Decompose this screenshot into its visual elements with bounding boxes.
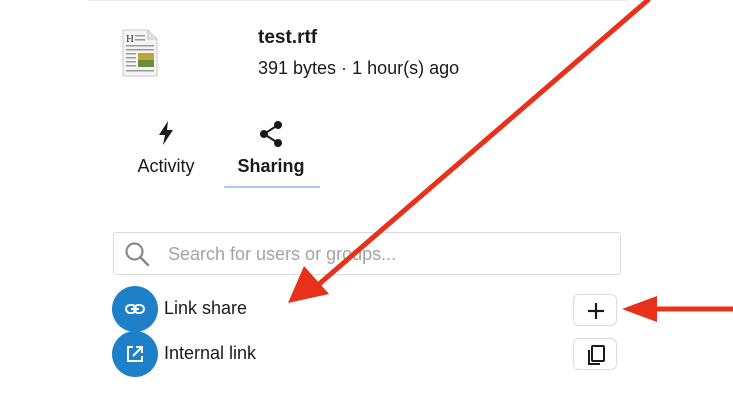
tab-activity[interactable]: Activity [118, 120, 214, 190]
internal-link-row: Internal link [112, 331, 617, 377]
search-icon [124, 241, 150, 267]
link-share-row: Link share [112, 286, 617, 332]
file-meta: 391 bytes · 1 hour(s) ago [258, 58, 460, 78]
bolt-icon [118, 120, 214, 150]
svg-text:H: H [126, 33, 134, 45]
link-share-label: Link share [164, 298, 248, 318]
tab-activity-label: Activity [137, 156, 195, 176]
rtf-document-icon: H [122, 29, 158, 77]
top-divider [88, 0, 628, 1]
file-name: test.rtf [258, 27, 318, 48]
tab-sharing[interactable]: Sharing [223, 120, 319, 190]
sharing-sidebar: H test.rtf 391 bytes · 1 hour(s) ago Act… [0, 0, 733, 414]
internal-link-label: Internal link [164, 343, 257, 363]
share-icon [223, 120, 319, 150]
search-box[interactable] [113, 232, 621, 275]
external-link-icon [112, 331, 158, 377]
active-tab-indicator [224, 186, 320, 188]
link-icon [112, 286, 158, 332]
horizontal-arrow-head [622, 296, 657, 322]
tab-sharing-label: Sharing [237, 156, 305, 176]
search-input[interactable] [168, 241, 608, 267]
copy-internal-link-button[interactable] [573, 338, 617, 370]
add-link-share-button[interactable] [573, 294, 617, 326]
